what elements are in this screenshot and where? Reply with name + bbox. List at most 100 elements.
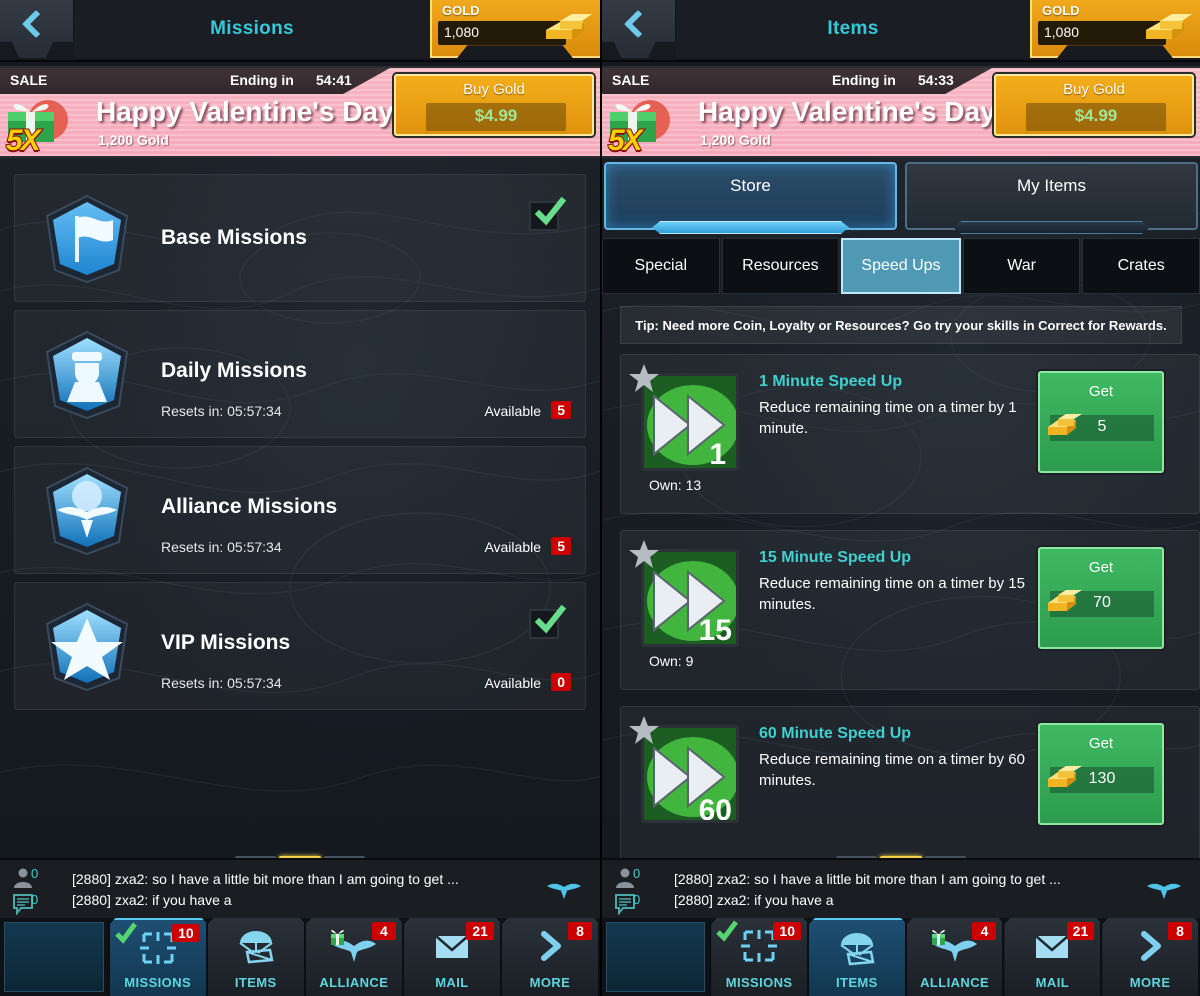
sale-tag: SALE: [612, 72, 650, 88]
gold-currency-box[interactable]: GOLD 1,080: [1030, 0, 1200, 58]
nav-badge: 21: [466, 922, 494, 940]
tab-resources[interactable]: Resources: [721, 238, 840, 294]
sale-ending-label: Ending in: [230, 72, 294, 88]
nav-item-missions[interactable]: 10 MISSIONS: [711, 918, 809, 996]
alliance-eagle-gift-icon: [330, 930, 376, 962]
mission-title: Base Missions: [161, 226, 307, 249]
tip-banner: Tip: Need more Coin, Loyalty or Resource…: [620, 306, 1182, 344]
gold-value: 1,080: [444, 24, 480, 40]
buy-gold-button[interactable]: Buy Gold $4.99: [994, 74, 1194, 136]
chat-player-count: 0: [31, 866, 39, 881]
mission-reset-timer: Resets in: 05:57:34: [161, 675, 282, 691]
mission-available-count: 0: [551, 673, 571, 691]
sale-ending-label: Ending in: [832, 72, 896, 88]
nav-badge: 10: [172, 924, 200, 942]
star-icon: [629, 540, 659, 568]
item-list: 1 Own: 13 1 Minute Speed Up Reduce remai…: [620, 354, 1200, 858]
tab-special[interactable]: Special: [602, 238, 720, 294]
mission-title: VIP Missions: [161, 631, 291, 654]
nav-label: MAIL: [1035, 975, 1070, 990]
chat-message-count: 0: [633, 892, 641, 907]
sale-subtitle: 1,200 Gold: [700, 132, 771, 148]
tab-war[interactable]: War: [962, 238, 1081, 294]
svg-text:15: 15: [699, 614, 732, 647]
chat-line-1: [2880] zxa2: so I have a little bit more…: [72, 871, 459, 887]
nav-item-more[interactable]: 8 MORE: [1102, 918, 1200, 996]
nav-item-alliance[interactable]: 4 ALLIANCE: [305, 918, 404, 996]
check-icon: [534, 197, 566, 226]
tab-underbar: [953, 221, 1150, 234]
tab-label: Store: [730, 176, 771, 195]
get-button[interactable]: Get 5: [1038, 371, 1164, 473]
item-description: Reduce remaining time on a timer by 1 mi…: [759, 399, 1017, 437]
get-button[interactable]: Get 130: [1038, 723, 1164, 825]
bottom-nav-left: 10 MISSIONS ITEMS 4 ALLIANCE 21 MAIL 8 M…: [0, 918, 600, 996]
alliance-eagle-icon[interactable]: [546, 876, 582, 900]
nav-item-more[interactable]: 8 MORE: [501, 918, 600, 996]
buy-gold-label: Buy Gold: [1063, 81, 1125, 98]
tab-speed-ups[interactable]: Speed Ups: [841, 238, 961, 294]
mission-row-base[interactable]: Base Missions: [14, 174, 586, 302]
sale-subtitle: 1,200 Gold: [98, 132, 169, 148]
tab-store[interactable]: Store: [604, 162, 897, 234]
gold-currency-box[interactable]: GOLD 1,080: [430, 0, 600, 58]
mission-row-vip[interactable]: VIP Missions Resets in: 05:57:34 Availab…: [14, 582, 586, 710]
chat-bar[interactable]: 0 0 [2880] zxa2: so I have a little bit …: [0, 858, 600, 918]
nav-item-items[interactable]: ITEMS: [207, 918, 306, 996]
star-icon: [629, 364, 659, 392]
nav-badge: 8: [1167, 922, 1192, 940]
item-row-15-minute-speed-up[interactable]: 15 Own: 9 15 Minute Speed Up Reduce rema…: [620, 530, 1200, 690]
item-owned-count: Own: 13: [649, 477, 702, 493]
parachute-crate-icon: [840, 933, 875, 966]
chat-bar[interactable]: 0 0 [2880] zxa2: so I have a little bit …: [602, 858, 1200, 918]
mission-complete-checkbox: [529, 605, 566, 639]
gold-bars-icon: [1048, 766, 1082, 787]
item-row-60-minute-speed-up[interactable]: 60 60 Minute Speed Up Reduce remaining t…: [620, 706, 1200, 858]
alliance-eagle-gift-icon: [931, 930, 977, 962]
gold-bars-icon: [1048, 414, 1082, 435]
nav-item-hq[interactable]: [602, 918, 712, 996]
sale-banner[interactable]: SALE Ending in 54:33 5X Happy Valentine'…: [602, 66, 1200, 158]
back-button[interactable]: [0, 0, 74, 58]
mission-row-alliance[interactable]: Alliance Missions Resets in: 05:57:34 Av…: [14, 446, 586, 574]
item-name: 60 Minute Speed Up: [759, 725, 912, 742]
nav-item-missions[interactable]: 10 MISSIONS: [109, 918, 208, 996]
nav-item-mail[interactable]: 21 MAIL: [1004, 918, 1103, 996]
parachute-crate-icon: [239, 931, 274, 964]
gold-bars-icon: [546, 14, 592, 39]
svg-text:1: 1: [709, 438, 726, 471]
gold-label: GOLD: [442, 3, 480, 18]
nav-label: ALLIANCE: [319, 975, 389, 990]
get-label: Get: [1088, 383, 1114, 400]
chat-player-count: 0: [633, 866, 641, 881]
sale-banner[interactable]: SALE Ending in 54:41 5X Happy Valentine'…: [0, 66, 600, 158]
alliance-eagle-icon[interactable]: [1146, 876, 1182, 900]
tab-crates[interactable]: Crates: [1082, 238, 1200, 294]
mission-title: Daily Missions: [161, 359, 307, 382]
get-button[interactable]: Get 70: [1038, 547, 1164, 649]
mission-available-label: Available: [484, 539, 541, 555]
nav-label: ITEMS: [835, 975, 878, 990]
sale-title: Happy Valentine's Day!: [698, 96, 1005, 127]
item-row-1-minute-speed-up[interactable]: 1 Own: 13 1 Minute Speed Up Reduce remai…: [620, 354, 1200, 514]
mission-row-daily[interactable]: Daily Missions Resets in: 05:57:34 Avail…: [14, 310, 586, 438]
sale-multiplier: 5X: [607, 123, 644, 157]
nav-item-items[interactable]: ITEMS: [808, 918, 907, 996]
nav-label: MAIL: [435, 975, 469, 990]
chat-line-2: [2880] zxa2: if you have a: [72, 892, 232, 908]
nav-label: MISSIONS: [725, 975, 793, 990]
buy-gold-button[interactable]: Buy Gold $4.99: [394, 74, 594, 136]
nav-item-mail[interactable]: 21 MAIL: [403, 918, 502, 996]
item-description: Reduce remaining time on a timer by 60 m…: [759, 751, 1025, 789]
item-owned-count: Own: 9: [649, 653, 694, 669]
back-button[interactable]: [602, 0, 676, 58]
nav-item-hq[interactable]: [0, 918, 110, 996]
mission-reset-timer: Resets in: 05:57:34: [161, 403, 282, 419]
tab-my-items[interactable]: My Items: [905, 162, 1198, 234]
chevron-right-icon: [1141, 931, 1162, 961]
nav-item-alliance[interactable]: 4 ALLIANCE: [906, 918, 1005, 996]
missions-panel: Missions GOLD 1,080 SALE Ending in 54:41…: [0, 0, 600, 996]
item-description: Reduce remaining time on a timer by 15 m…: [759, 575, 1025, 613]
nav-label: ALLIANCE: [920, 975, 990, 990]
items-body: Store My Items Special Resources Speed U…: [602, 158, 1200, 858]
